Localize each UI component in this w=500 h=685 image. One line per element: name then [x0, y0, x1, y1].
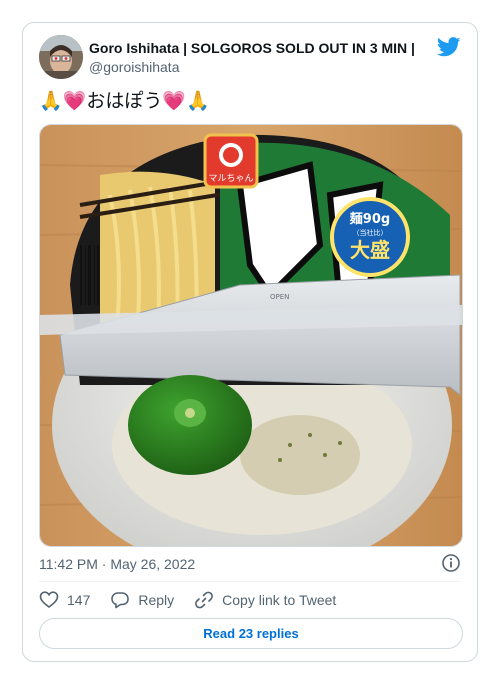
- tweet-actions: 147 Reply Copy link to Tweet: [39, 590, 356, 610]
- tweet-card: Goro Ishihata | SOLGOROS SOLD OUT IN 3 M…: [22, 22, 478, 662]
- link-icon: [195, 591, 214, 609]
- reply-bubble-icon: [111, 592, 130, 609]
- badge-top-text: 麺90g: [349, 211, 390, 227]
- read-replies-button[interactable]: Read 23 replies: [39, 618, 463, 649]
- badge-sub-text: （当社比）: [353, 228, 388, 237]
- like-count: 147: [67, 592, 91, 608]
- copy-link-button[interactable]: Copy link to Tweet: [194, 590, 336, 610]
- tweet-text: 🙏💗おはぽう💗🙏: [39, 90, 210, 112]
- tweet-timestamp[interactable]: 11:42 PM · May 26, 2022: [39, 555, 195, 573]
- user-handle[interactable]: @goroishihata: [89, 58, 180, 76]
- twitter-logo-icon[interactable]: [437, 37, 461, 57]
- heart-icon: [39, 591, 59, 609]
- reply-button[interactable]: Reply: [110, 590, 174, 610]
- badge-main-text: 大盛: [350, 238, 390, 262]
- reply-label: Reply: [138, 592, 175, 608]
- copy-link-label: Copy link to Tweet: [222, 592, 337, 608]
- brand-logo-text: マルちゃん: [208, 173, 253, 184]
- lid-tab-text: OPEN: [270, 293, 289, 301]
- display-name[interactable]: Goro Ishihata | SOLGOROS SOLD OUT IN 3 M…: [89, 39, 415, 57]
- avatar[interactable]: [39, 35, 83, 79]
- info-icon[interactable]: [441, 553, 461, 573]
- like-button[interactable]: 147: [39, 590, 90, 610]
- tweet-photo[interactable]: マルちゃん 麺90g （当社比） 大盛 OPEN: [39, 124, 463, 547]
- divider: [39, 581, 461, 582]
